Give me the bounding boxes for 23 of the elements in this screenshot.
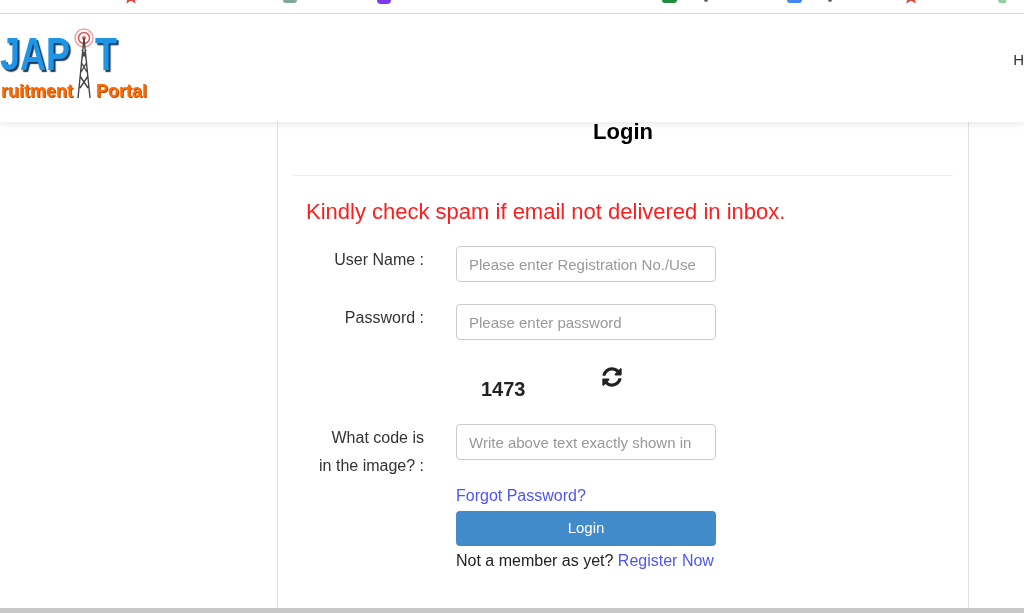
input-field[interactable]: Please enter Registration No./Use — [456, 246, 716, 282]
tile-icon[interactable] — [998, 0, 1006, 3]
logo-text: JAP — [0, 28, 70, 80]
field-label: What code is in the image? : — [318, 428, 424, 476]
logo-text: ruitment — [1, 82, 73, 100]
field-label: User Name : — [333, 250, 424, 270]
tile-icon[interactable] — [787, 0, 802, 3]
logo-text: T — [95, 28, 117, 80]
input-field[interactable]: Write above text exactly shown in — [456, 424, 716, 460]
forgot-password-link[interactable]: Forgot Password? — [456, 485, 586, 507]
input-field[interactable]: Please enter password — [456, 304, 716, 340]
register-prompt: Not a member as yet? Register Now — [456, 551, 714, 571]
login-button[interactable]: Login — [456, 511, 716, 546]
tile-icon[interactable] — [283, 0, 297, 3]
register-link[interactable]: Register Now — [617, 552, 714, 569]
notice-text: Kindly check spam if email not delivered in inbox. — [306, 199, 787, 225]
login-title: Login — [592, 122, 654, 142]
logo-text: Portal — [96, 82, 147, 100]
tile-icon[interactable] — [662, 0, 677, 3]
field-label: Password : — [343, 308, 424, 328]
nav-link[interactable]: H — [1013, 50, 1024, 70]
captcha-code: 1473 — [481, 377, 526, 401]
refresh-icon[interactable] — [601, 367, 622, 387]
